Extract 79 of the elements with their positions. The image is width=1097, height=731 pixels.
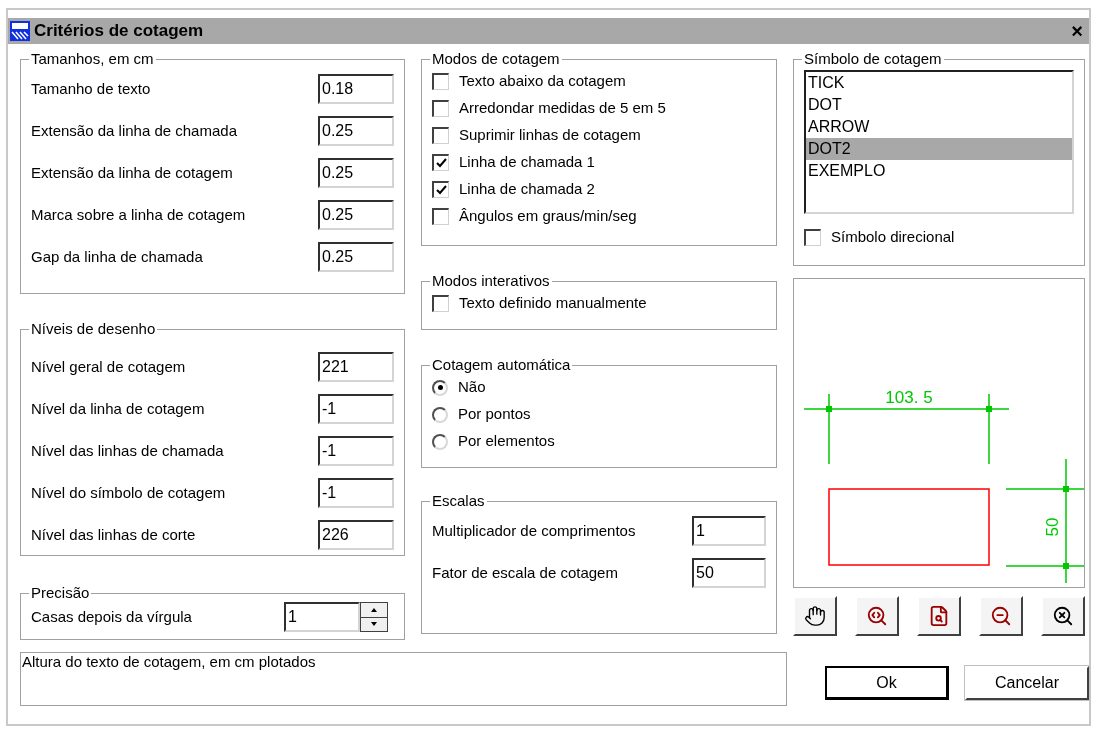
text-field[interactable]: -1 — [318, 478, 394, 508]
up-arrow-icon — [371, 607, 377, 612]
group-title: Tamanhos, em cm — [30, 50, 155, 68]
zoom-out-button[interactable] — [979, 596, 1023, 636]
group-title: Modos de cotagem — [431, 50, 561, 68]
radio-button[interactable] — [432, 379, 448, 396]
text-field[interactable]: 221 — [318, 352, 394, 382]
field-label: Tamanho de texto — [31, 78, 151, 99]
dimension-label: 50 — [1043, 517, 1062, 537]
zoom-previous-button[interactable] — [1041, 596, 1085, 636]
checkbox-label[interactable]: Ângulos em graus/min/seg — [459, 205, 637, 228]
field-label: Extensão da linha de chamada — [31, 120, 237, 141]
dialog-button[interactable]: Ok — [825, 666, 949, 700]
group-title: Modos interativos — [431, 272, 551, 290]
status-text: Altura do texto de cotagem, em cm plotados — [20, 652, 787, 706]
checkbox-label[interactable]: Texto abaixo da cotagem — [459, 70, 626, 93]
text-field[interactable]: 0.18 — [318, 74, 394, 104]
checkbox-label[interactable]: Suprimir linhas de cotagem — [459, 124, 641, 147]
down-arrow-icon — [371, 622, 377, 627]
app-logo-icon — [10, 21, 30, 41]
group-title: Símbolo de cotagem — [803, 50, 943, 68]
checkbox-label[interactable]: Símbolo direcional — [831, 226, 955, 249]
check-icon — [435, 158, 447, 168]
field-label: Nível das linhas de chamada — [31, 440, 224, 461]
field-label: Nível das linhas de corte — [31, 524, 196, 545]
radio-button[interactable] — [432, 433, 448, 450]
radio-label[interactable]: Por elementos — [458, 430, 555, 453]
spin-button[interactable] — [360, 602, 388, 632]
radio-button[interactable] — [432, 406, 448, 423]
text-field[interactable]: -1 — [318, 436, 394, 466]
field-label: Marca sobre a linha de cotagem — [31, 204, 246, 225]
group-title: Cotagem automática — [431, 356, 572, 374]
zoom-window-button[interactable] — [855, 596, 899, 636]
group-title: Escalas — [431, 492, 486, 510]
field-label: Nível da linha de cotagem — [31, 398, 205, 419]
text-field[interactable]: 0.25 — [318, 158, 394, 188]
list-item[interactable]: DOT2 — [806, 138, 1072, 160]
field-label: Nível do símbolo de cotagem — [31, 482, 226, 503]
checkbox[interactable] — [432, 295, 449, 312]
text-field[interactable]: 1 — [692, 516, 766, 546]
window-title: Critérios de cotagem — [34, 20, 204, 43]
text-field[interactable]: 50 — [692, 558, 766, 588]
text-field[interactable]: 0.25 — [318, 200, 394, 230]
checkbox[interactable] — [432, 208, 449, 225]
check-icon — [435, 185, 447, 195]
radio-label[interactable]: Por pontos — [458, 403, 531, 426]
radio-label[interactable]: Não — [458, 376, 486, 399]
field-label: Extensão da linha de cotagem — [31, 162, 233, 183]
checkbox[interactable] — [432, 154, 449, 171]
checkbox[interactable] — [432, 100, 449, 117]
text-field[interactable]: 1 — [284, 602, 360, 632]
pan-button[interactable] — [793, 596, 837, 636]
close-button[interactable]: × — [1069, 21, 1085, 41]
checkbox[interactable] — [432, 73, 449, 90]
checkbox[interactable] — [432, 181, 449, 198]
text-field[interactable]: 0.25 — [318, 116, 394, 146]
group-title: Níveis de desenho — [30, 320, 157, 338]
text-field[interactable]: -1 — [318, 394, 394, 424]
field-label: Casas depois da vírgula — [31, 606, 192, 627]
zoom-out-icon — [990, 605, 1012, 627]
zoom-page-icon — [928, 605, 950, 627]
checkbox[interactable] — [804, 229, 821, 246]
checkbox[interactable] — [432, 127, 449, 144]
checkbox-label[interactable]: Texto definido manualmente — [459, 292, 647, 315]
text-field[interactable]: 0.25 — [318, 242, 394, 272]
checkbox-label[interactable]: Linha de chamada 2 — [459, 178, 595, 201]
zoom-all-button[interactable] — [917, 596, 961, 636]
checkbox-label[interactable]: Arredondar medidas de 5 em 5 — [459, 97, 666, 120]
field-label: Nível geral de cotagem — [31, 356, 186, 377]
field-label: Multiplicador de comprimentos — [432, 520, 636, 541]
field-label: Gap da linha de chamada — [31, 246, 203, 267]
dialog-button[interactable]: Cancelar — [965, 666, 1089, 700]
zoom-icon — [866, 605, 888, 627]
hand-icon — [804, 605, 826, 627]
dimension-label: 103. 5 — [885, 388, 933, 407]
text-field[interactable]: 226 — [318, 520, 394, 550]
group-title: Precisão — [30, 584, 91, 602]
field-label: Fator de escala de cotagem — [432, 562, 618, 583]
checkbox-label[interactable]: Linha de chamada 1 — [459, 151, 595, 174]
